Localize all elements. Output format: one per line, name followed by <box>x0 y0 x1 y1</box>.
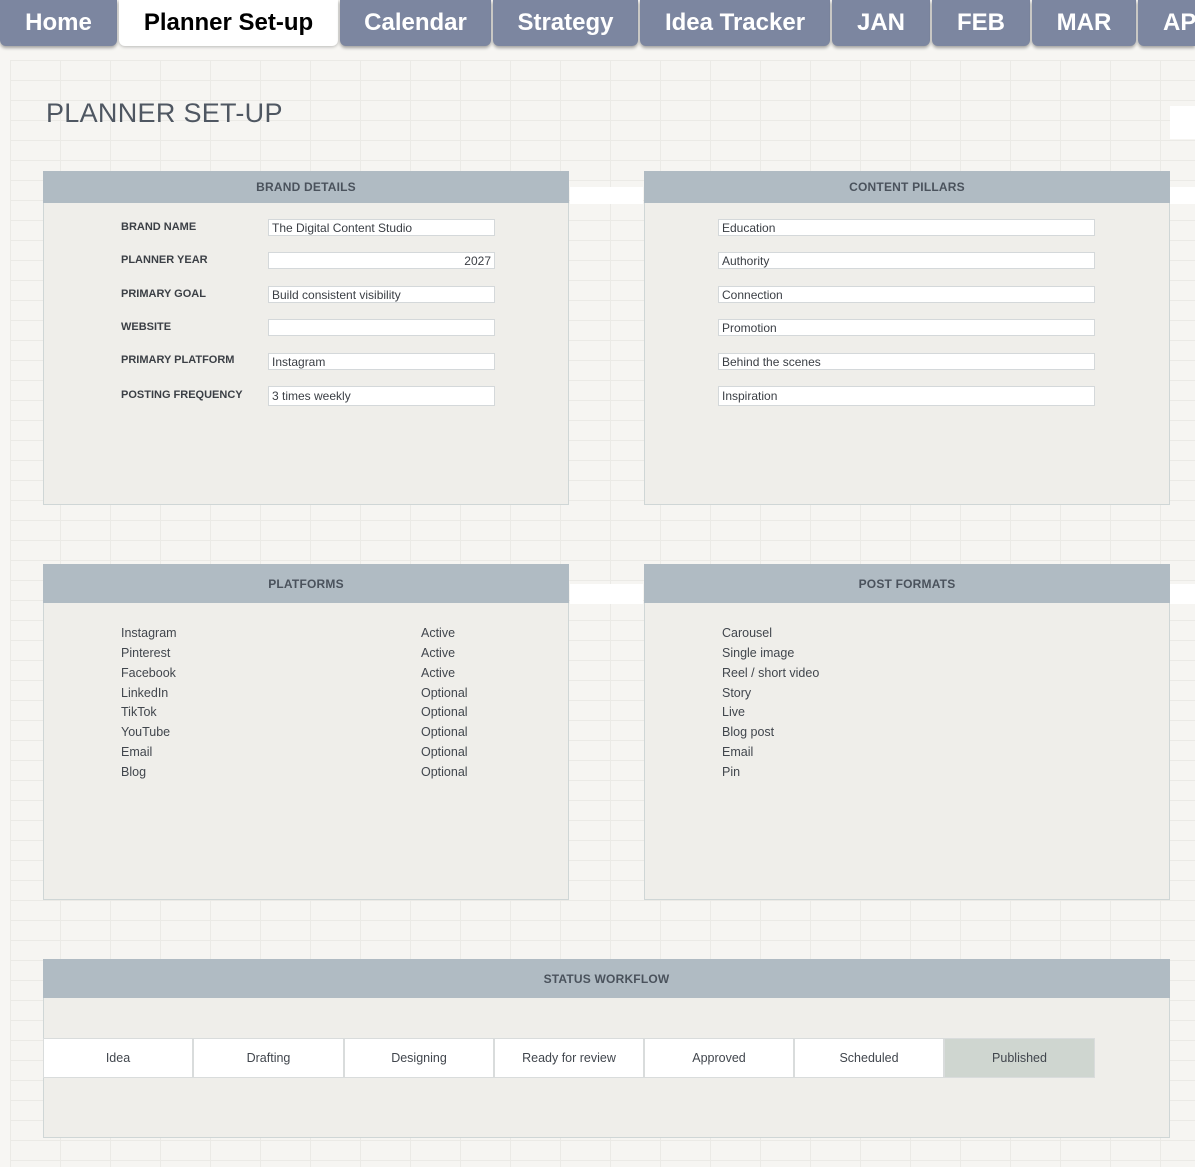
brand-name-label: BRAND NAME <box>121 221 197 233</box>
content-pillar-field[interactable]: Behind the scenes <box>718 353 1095 370</box>
cell-highlight <box>1170 187 1195 204</box>
content-pillar-field[interactable]: Connection <box>718 286 1095 303</box>
post-formats-header: POST FORMATS <box>644 564 1170 603</box>
tab-calendar[interactable]: Calendar <box>340 0 491 46</box>
platform-name: Blog <box>121 765 147 779</box>
content-pillar-field[interactable]: Education <box>718 219 1095 236</box>
platform-status: Optional <box>421 765 468 779</box>
status-workflow-header: STATUS WORKFLOW <box>43 959 1170 998</box>
post-format-item: Story <box>722 686 752 700</box>
post-format-item: Reel / short video <box>722 666 820 680</box>
post-format-item: Live <box>722 705 745 719</box>
website-label: WEBSITE <box>121 321 172 333</box>
workflow-step-ready-for-review[interactable]: Ready for review <box>494 1038 644 1078</box>
post-format-item: Pin <box>722 765 741 779</box>
cell-highlight <box>1170 584 1195 604</box>
tab-home[interactable]: Home <box>0 0 117 46</box>
posting-frequency-label: POSTING FREQUENCY <box>121 389 243 401</box>
workflow-step-drafting[interactable]: Drafting <box>193 1038 344 1078</box>
platforms-header: PLATFORMS <box>43 564 569 603</box>
posting-frequency-field[interactable]: 3 times weekly <box>268 386 495 406</box>
content-pillar-field[interactable]: Authority <box>718 252 1095 269</box>
platform-status: Optional <box>421 705 468 719</box>
platform-name: YouTube <box>121 725 171 739</box>
tab-feb[interactable]: FEB <box>932 0 1030 46</box>
primary-platform-field[interactable]: Instagram <box>268 353 495 370</box>
platform-name: Pinterest <box>121 646 171 660</box>
platform-name: LinkedIn <box>121 686 169 700</box>
workflow-step-designing[interactable]: Designing <box>344 1038 494 1078</box>
platform-status: Active <box>421 646 456 660</box>
cell-highlight <box>570 584 643 604</box>
platform-name: Facebook <box>121 666 176 680</box>
platform-status: Active <box>421 626 456 640</box>
tab-planner-setup[interactable]: Planner Set-up <box>119 0 338 46</box>
brand-details-header: BRAND DETAILS <box>43 171 569 203</box>
planner-year-label: PLANNER YEAR <box>121 254 208 266</box>
primary-platform-label: PRIMARY PLATFORM <box>121 354 235 366</box>
sheet-tab-bar: Home Planner Set-up Calendar Strategy Id… <box>0 0 1195 48</box>
platform-status: Optional <box>421 686 468 700</box>
workflow-step-idea[interactable]: Idea <box>43 1038 193 1078</box>
tab-mar[interactable]: MAR <box>1032 0 1136 46</box>
primary-goal-field[interactable]: Build consistent visibility <box>268 286 495 303</box>
platform-name: Email <box>121 745 153 759</box>
brand-name-field[interactable]: The Digital Content Studio <box>268 219 495 236</box>
workflow-step-published[interactable]: Published <box>944 1038 1095 1078</box>
tab-strategy[interactable]: Strategy <box>493 0 638 46</box>
tab-jan[interactable]: JAN <box>832 0 930 46</box>
workflow-step-scheduled[interactable]: Scheduled <box>794 1038 944 1078</box>
cell-highlight <box>570 187 643 204</box>
primary-goal-label: PRIMARY GOAL <box>121 288 206 300</box>
planner-year-field[interactable]: 2027 <box>268 252 495 269</box>
post-format-item: Blog post <box>722 725 775 739</box>
platform-status: Active <box>421 666 456 680</box>
platform-name: Instagram <box>121 626 177 640</box>
tab-idea-tracker[interactable]: Idea Tracker <box>640 0 830 46</box>
platform-status: Optional <box>421 745 468 759</box>
content-pillars-header: CONTENT PILLARS <box>644 171 1170 203</box>
page-title: PLANNER SET-UP <box>46 98 283 128</box>
website-field[interactable] <box>268 319 495 336</box>
post-format-item: Email <box>722 745 754 759</box>
cell-highlight <box>1170 106 1195 139</box>
post-format-item: Single image <box>722 646 795 660</box>
content-pillar-field[interactable]: Inspiration <box>718 386 1095 406</box>
platform-status: Optional <box>421 725 468 739</box>
platform-name: TikTok <box>121 705 157 719</box>
post-format-item: Carousel <box>722 626 773 640</box>
tab-apr[interactable]: AP <box>1138 0 1195 46</box>
workflow-step-approved[interactable]: Approved <box>644 1038 794 1078</box>
content-pillar-field[interactable]: Promotion <box>718 319 1095 336</box>
